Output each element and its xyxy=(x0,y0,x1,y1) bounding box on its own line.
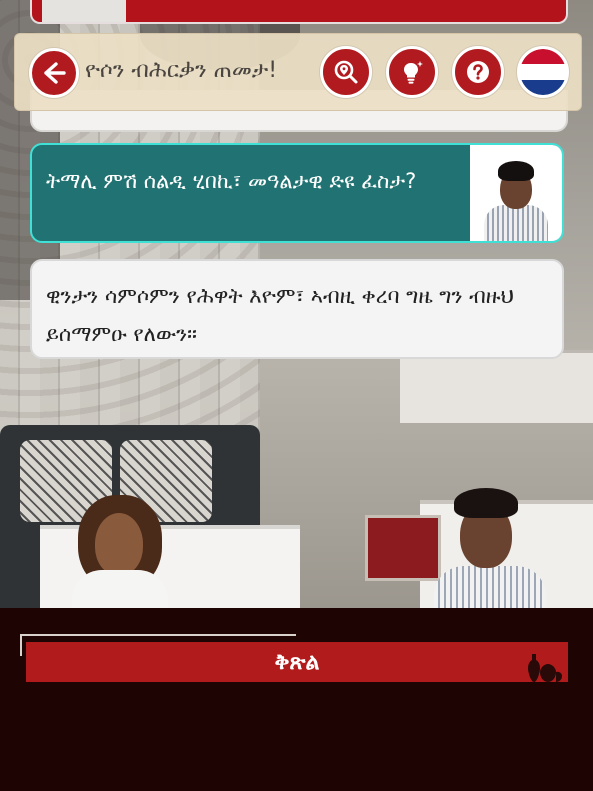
wall-shelf xyxy=(400,350,593,423)
panel-divider xyxy=(20,634,22,656)
header-toolbar: ዮሶን ብሕርቃን ጠመታ! xyxy=(14,33,582,111)
continue-button[interactable]: ቅጽል xyxy=(26,642,568,682)
npc-dialogue-text: ዊንታን ሳምሶምን የሕዋት እዮም፣ ኣብዚ ቀረባ ግዜ ግን ብዙህ ይ… xyxy=(46,284,514,346)
player-dialogue-bubble: ትማሊ ምሽ ሰልዲ ሂበኪ፣ መዓልታዊ ድዩ ፈስታ? xyxy=(30,143,564,243)
npc-dialogue-bubble: ዊንታን ሳምሶምን የሕዋት እዮም፣ ኣብዚ ቀረባ ግዜ ግን ብዙህ ይ… xyxy=(30,259,564,359)
help-button[interactable] xyxy=(452,46,504,98)
language-button[interactable] xyxy=(517,46,569,98)
hint-button[interactable] xyxy=(386,46,438,98)
search-location-icon xyxy=(334,60,358,84)
previous-dialogue-bubble xyxy=(30,0,568,24)
explore-button[interactable] xyxy=(320,46,372,98)
back-button[interactable] xyxy=(29,48,79,98)
character-woman xyxy=(70,495,170,608)
character-man xyxy=(430,488,548,608)
panel-divider xyxy=(20,634,296,636)
player-portrait xyxy=(470,145,562,241)
pottery-decoration-icon xyxy=(528,654,562,682)
netherlands-flag-icon xyxy=(520,49,566,95)
arrow-left-icon xyxy=(44,62,66,84)
lightbulb-icon xyxy=(404,61,423,84)
previous-portrait xyxy=(42,0,126,22)
player-dialogue-text: ትማሊ ምሽ ሰልዲ ሂበኪ፣ መዓልታዊ ድዩ ፈስታ? xyxy=(46,169,417,193)
page-title: ዮሶን ብሕርቃን ጠመታ! xyxy=(85,58,278,83)
question-mark-icon xyxy=(467,61,489,83)
